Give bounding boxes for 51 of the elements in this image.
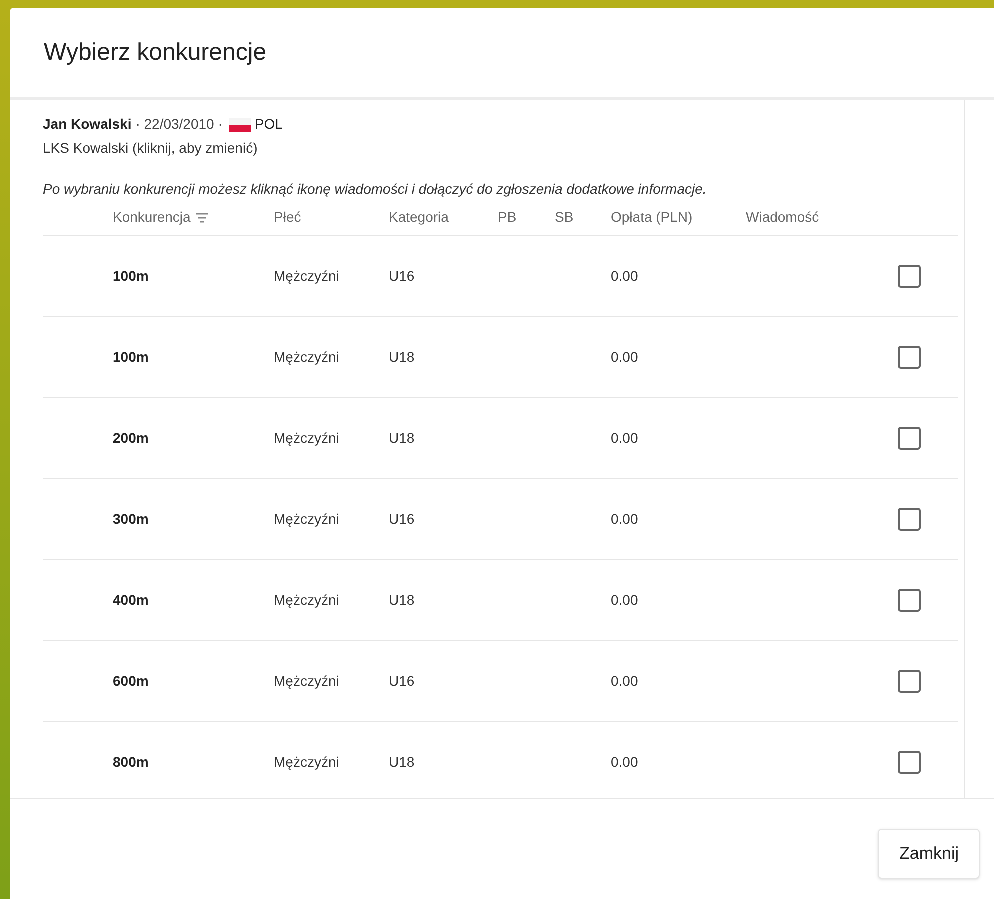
athlete-name: Jan Kowalski xyxy=(43,115,132,134)
column-header: Kategoria xyxy=(389,208,450,227)
category-cell-text: U16 xyxy=(389,510,416,528)
fee-cell-text: 0.00 xyxy=(611,672,640,690)
event-checkbox[interactable] xyxy=(898,508,921,530)
close-button[interactable]: Zamknij xyxy=(878,829,980,879)
event-checkbox[interactable] xyxy=(898,426,921,450)
category-cell-text: U18 xyxy=(389,428,416,448)
event-cell-text: 100m xyxy=(113,348,150,366)
country-code: POL xyxy=(254,115,283,134)
sex-cell-text: Mężczyźni xyxy=(274,266,340,286)
event-cell-text: 100m xyxy=(113,266,150,286)
event-cell-text: 300m xyxy=(113,510,150,528)
event-checkbox[interactable] xyxy=(898,588,921,612)
event-cell-text: 400m xyxy=(113,590,150,610)
fee-cell-text: 0.00 xyxy=(611,348,640,366)
event-cell-text: 600m xyxy=(113,672,150,690)
category-cell-text: U18 xyxy=(389,348,416,366)
flag-icon xyxy=(228,118,251,132)
column-header: Płeć xyxy=(274,208,302,227)
event-cell-text: 200m xyxy=(113,428,150,448)
fee-cell-text: 0.00 xyxy=(611,590,640,610)
sort-icon[interactable] xyxy=(194,212,209,222)
birth-date: · 22/03/2010 · xyxy=(136,115,223,134)
fee-cell-text: 0.00 xyxy=(611,752,640,772)
fee-cell-text: 0.00 xyxy=(611,266,640,286)
event-checkbox[interactable] xyxy=(898,346,921,368)
column-header[interactable]: Konkurencja xyxy=(113,207,191,228)
sex-cell-text: Mężczyźni xyxy=(274,348,340,367)
sex-cell-text: Mężczyźni xyxy=(274,672,340,691)
hint-text: Po wybraniu konkurencji możesz kliknąć ikonę wiadomości i dołączyć do zgłoszenia dodatkowe informacje. xyxy=(43,180,708,199)
dialog-title: Wybierz konkurencje xyxy=(44,38,267,68)
sex-cell-text: Mężczyźni xyxy=(274,428,340,448)
fee-cell-text: 0.00 xyxy=(611,428,640,448)
club-link[interactable]: LKS Kowalski (kliknij, aby zmienić) xyxy=(43,138,258,159)
sex-cell-text: Mężczyźni xyxy=(274,590,340,610)
event-checkbox[interactable] xyxy=(898,670,921,692)
sex-cell-text: Mężczyźni xyxy=(274,752,340,772)
fee-cell-text: 0.00 xyxy=(611,510,640,528)
category-cell-text: U18 xyxy=(389,752,416,772)
column-header: SB xyxy=(555,208,575,227)
column-header: Wiadomość xyxy=(746,208,820,227)
column-header: Opłata (PLN) xyxy=(611,208,694,227)
category-cell-text: U18 xyxy=(389,590,416,610)
category-cell-text: U16 xyxy=(389,672,416,690)
event-checkbox[interactable] xyxy=(898,264,921,288)
event-cell-text: 800m xyxy=(113,752,150,772)
category-cell-text: U16 xyxy=(389,266,416,286)
sex-cell-text: Mężczyźni xyxy=(274,510,340,529)
column-header: PB xyxy=(498,208,518,227)
event-checkbox[interactable] xyxy=(898,750,921,774)
